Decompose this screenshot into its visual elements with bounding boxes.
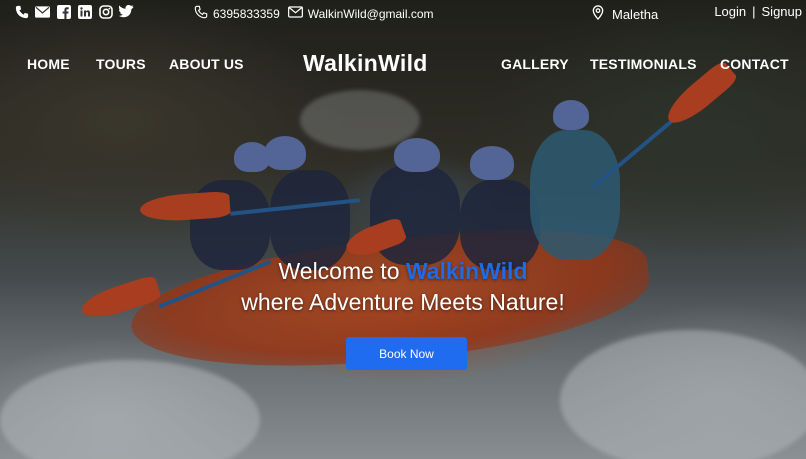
auth-separator: |: [752, 4, 756, 19]
envelope-icon[interactable]: [35, 4, 50, 19]
helmet-shape: [470, 146, 514, 180]
nav-item-home[interactable]: HOME: [27, 56, 70, 72]
rafter-shape: [270, 170, 350, 270]
brand-logo[interactable]: WalkinWild: [303, 50, 428, 77]
facebook-icon[interactable]: [56, 4, 71, 19]
twitter-icon[interactable]: [119, 4, 134, 19]
nav-item-contact[interactable]: CONTACT: [720, 56, 789, 72]
paddle-blade: [342, 216, 408, 262]
water-splash: [0, 360, 260, 459]
nav-item-tours[interactable]: TOURS: [96, 56, 146, 72]
paddle-shaft: [230, 198, 360, 216]
top-bar: 6395833359 WalkinWild@gmail.com Maletha …: [0, 0, 806, 26]
main-nav: HOME TOURS ABOUT US WalkinWild GALLERY T…: [0, 50, 806, 78]
signup-link[interactable]: Signup: [762, 4, 802, 19]
email-contact[interactable]: WalkinWild@gmail.com: [287, 6, 434, 21]
phone-icon[interactable]: [14, 4, 29, 19]
phone-contact[interactable]: 6395833359: [194, 5, 280, 22]
email-address: WalkinWild@gmail.com: [307, 6, 434, 21]
water-splash: [560, 330, 806, 459]
nav-item-about-us[interactable]: ABOUT US: [169, 56, 244, 72]
phone-number: 6395833359: [213, 6, 280, 21]
login-link[interactable]: Login: [714, 4, 746, 19]
linkedin-icon[interactable]: [77, 4, 92, 19]
hero-line-1: Welcome to WalkinWild: [0, 256, 806, 287]
helmet-shape: [553, 100, 589, 130]
helmet-shape: [234, 142, 270, 172]
paddle-blade: [139, 190, 231, 224]
nav-item-testimonials[interactable]: TESTIMONIALS: [590, 56, 697, 72]
book-now-button[interactable]: Book Now: [346, 337, 467, 370]
social-links: [14, 4, 134, 19]
hero-heading: Welcome to WalkinWild where Adventure Me…: [0, 256, 806, 318]
map-pin-icon: [592, 5, 604, 23]
nav-item-gallery[interactable]: GALLERY: [501, 56, 569, 72]
paddle-shaft: [591, 115, 679, 189]
rafter-shape: [370, 165, 460, 265]
hero-brand-accent: WalkinWild: [405, 258, 528, 284]
helmet-shape: [264, 136, 306, 170]
water-splash: [300, 90, 420, 150]
helmet-shape: [394, 138, 440, 172]
location-name: Maletha: [612, 6, 659, 22]
phone-outline-icon: [194, 5, 208, 22]
rafter-shape: [530, 130, 620, 260]
hero-welcome-text: Welcome to: [278, 258, 406, 284]
hero-line-2: where Adventure Meets Nature!: [241, 289, 565, 315]
envelope-outline-icon: [287, 6, 303, 21]
contact-info: 6395833359 WalkinWild@gmail.com: [194, 5, 434, 22]
auth-links: Login | Signup: [714, 4, 802, 19]
location: Maletha: [592, 5, 658, 23]
instagram-icon[interactable]: [98, 4, 113, 19]
